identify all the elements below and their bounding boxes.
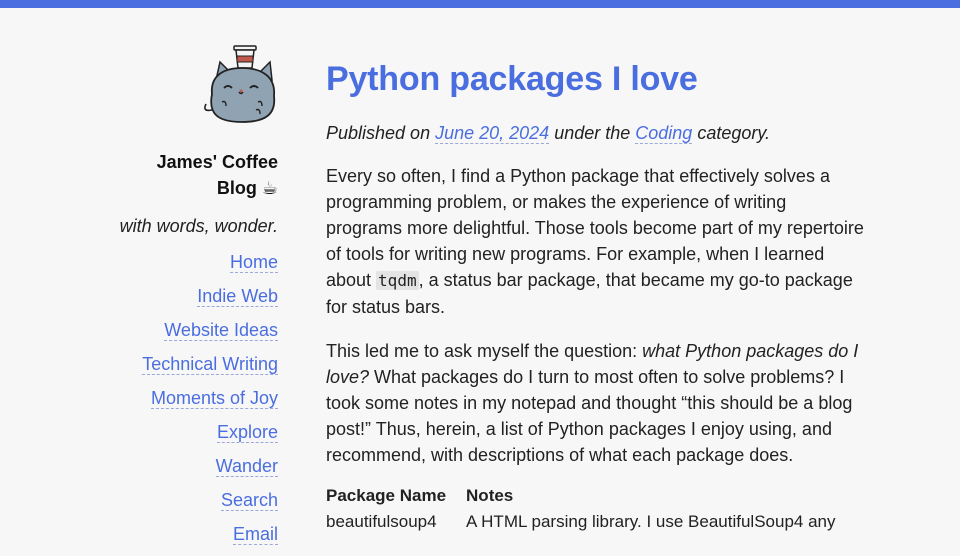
top-accent-bar xyxy=(0,0,960,8)
site-title[interactable]: James' Coffee Blog ☕ xyxy=(100,149,278,201)
column-header-package-name: Package Name xyxy=(326,486,447,505)
category-link[interactable]: Coding xyxy=(635,123,693,144)
nav-link-label: Explore xyxy=(216,422,278,443)
post-meta: Published on June 20, 2024 under the Cod… xyxy=(326,120,866,146)
nav-link-label: Website Ideas xyxy=(164,320,278,341)
nav-link-email[interactable]: Email xyxy=(100,522,278,546)
table-row: beautifulsoup4 A HTML parsing library. I… xyxy=(326,512,856,532)
question-paragraph: This led me to ask myself the question: … xyxy=(326,338,866,468)
nav-link-moments-of-joy[interactable]: Moments of Joy xyxy=(100,386,278,410)
site-tagline: with words, wonder. xyxy=(119,216,278,236)
intro-paragraph: Every so often, I find a Python package … xyxy=(326,163,866,320)
table-header-row: Package Name Notes xyxy=(326,486,856,512)
cat-with-coffee-cup-icon[interactable] xyxy=(202,44,278,124)
sidebar-nav: Home Indie Web Website Ideas Technical W… xyxy=(100,250,278,546)
nav-link-label: Wander xyxy=(215,456,278,477)
nav-link-label: Indie Web xyxy=(197,286,278,307)
post-title: Python packages I love xyxy=(326,60,698,98)
sidebar: James' Coffee Blog ☕ with words, wonder.… xyxy=(100,44,278,556)
post-content: Python packages I love Published on June… xyxy=(326,58,866,532)
nav-link-label: Search xyxy=(220,490,278,511)
nav-link-label: Home xyxy=(229,252,278,273)
nav-link-label: Email xyxy=(232,524,278,545)
nav-link-indie-web[interactable]: Indie Web xyxy=(100,284,278,308)
nav-link-label: Moments of Joy xyxy=(150,388,278,409)
site-title-line2: Blog ☕ xyxy=(216,178,278,198)
nav-link-technical-writing[interactable]: Technical Writing xyxy=(100,352,278,376)
package-notes-cell: A HTML parsing library. I use BeautifulS… xyxy=(466,512,836,531)
nav-link-label: Technical Writing xyxy=(142,354,278,375)
question-text-after: What packages do I turn to most often to… xyxy=(326,367,853,465)
nav-link-explore[interactable]: Explore xyxy=(100,420,278,444)
meta-suffix: category. xyxy=(692,123,771,143)
inline-code-tqdm: tqdm xyxy=(376,271,419,290)
question-text-before: This led me to ask myself the question: xyxy=(326,341,643,361)
meta-middle: under the xyxy=(549,123,636,143)
package-name-cell: beautifulsoup4 xyxy=(326,512,437,531)
column-header-notes: Notes xyxy=(466,486,514,505)
nav-link-website-ideas[interactable]: Website Ideas xyxy=(100,318,278,342)
meta-prefix: Published on xyxy=(326,123,436,143)
nav-link-home[interactable]: Home xyxy=(100,250,278,274)
nav-link-wander[interactable]: Wander xyxy=(100,454,278,478)
site-title-line1: James' Coffee xyxy=(156,152,278,172)
nav-link-search[interactable]: Search xyxy=(100,488,278,512)
package-table: Package Name Notes beautifulsoup4 A HTML… xyxy=(326,486,856,532)
post-date-link[interactable]: June 20, 2024 xyxy=(435,123,550,144)
